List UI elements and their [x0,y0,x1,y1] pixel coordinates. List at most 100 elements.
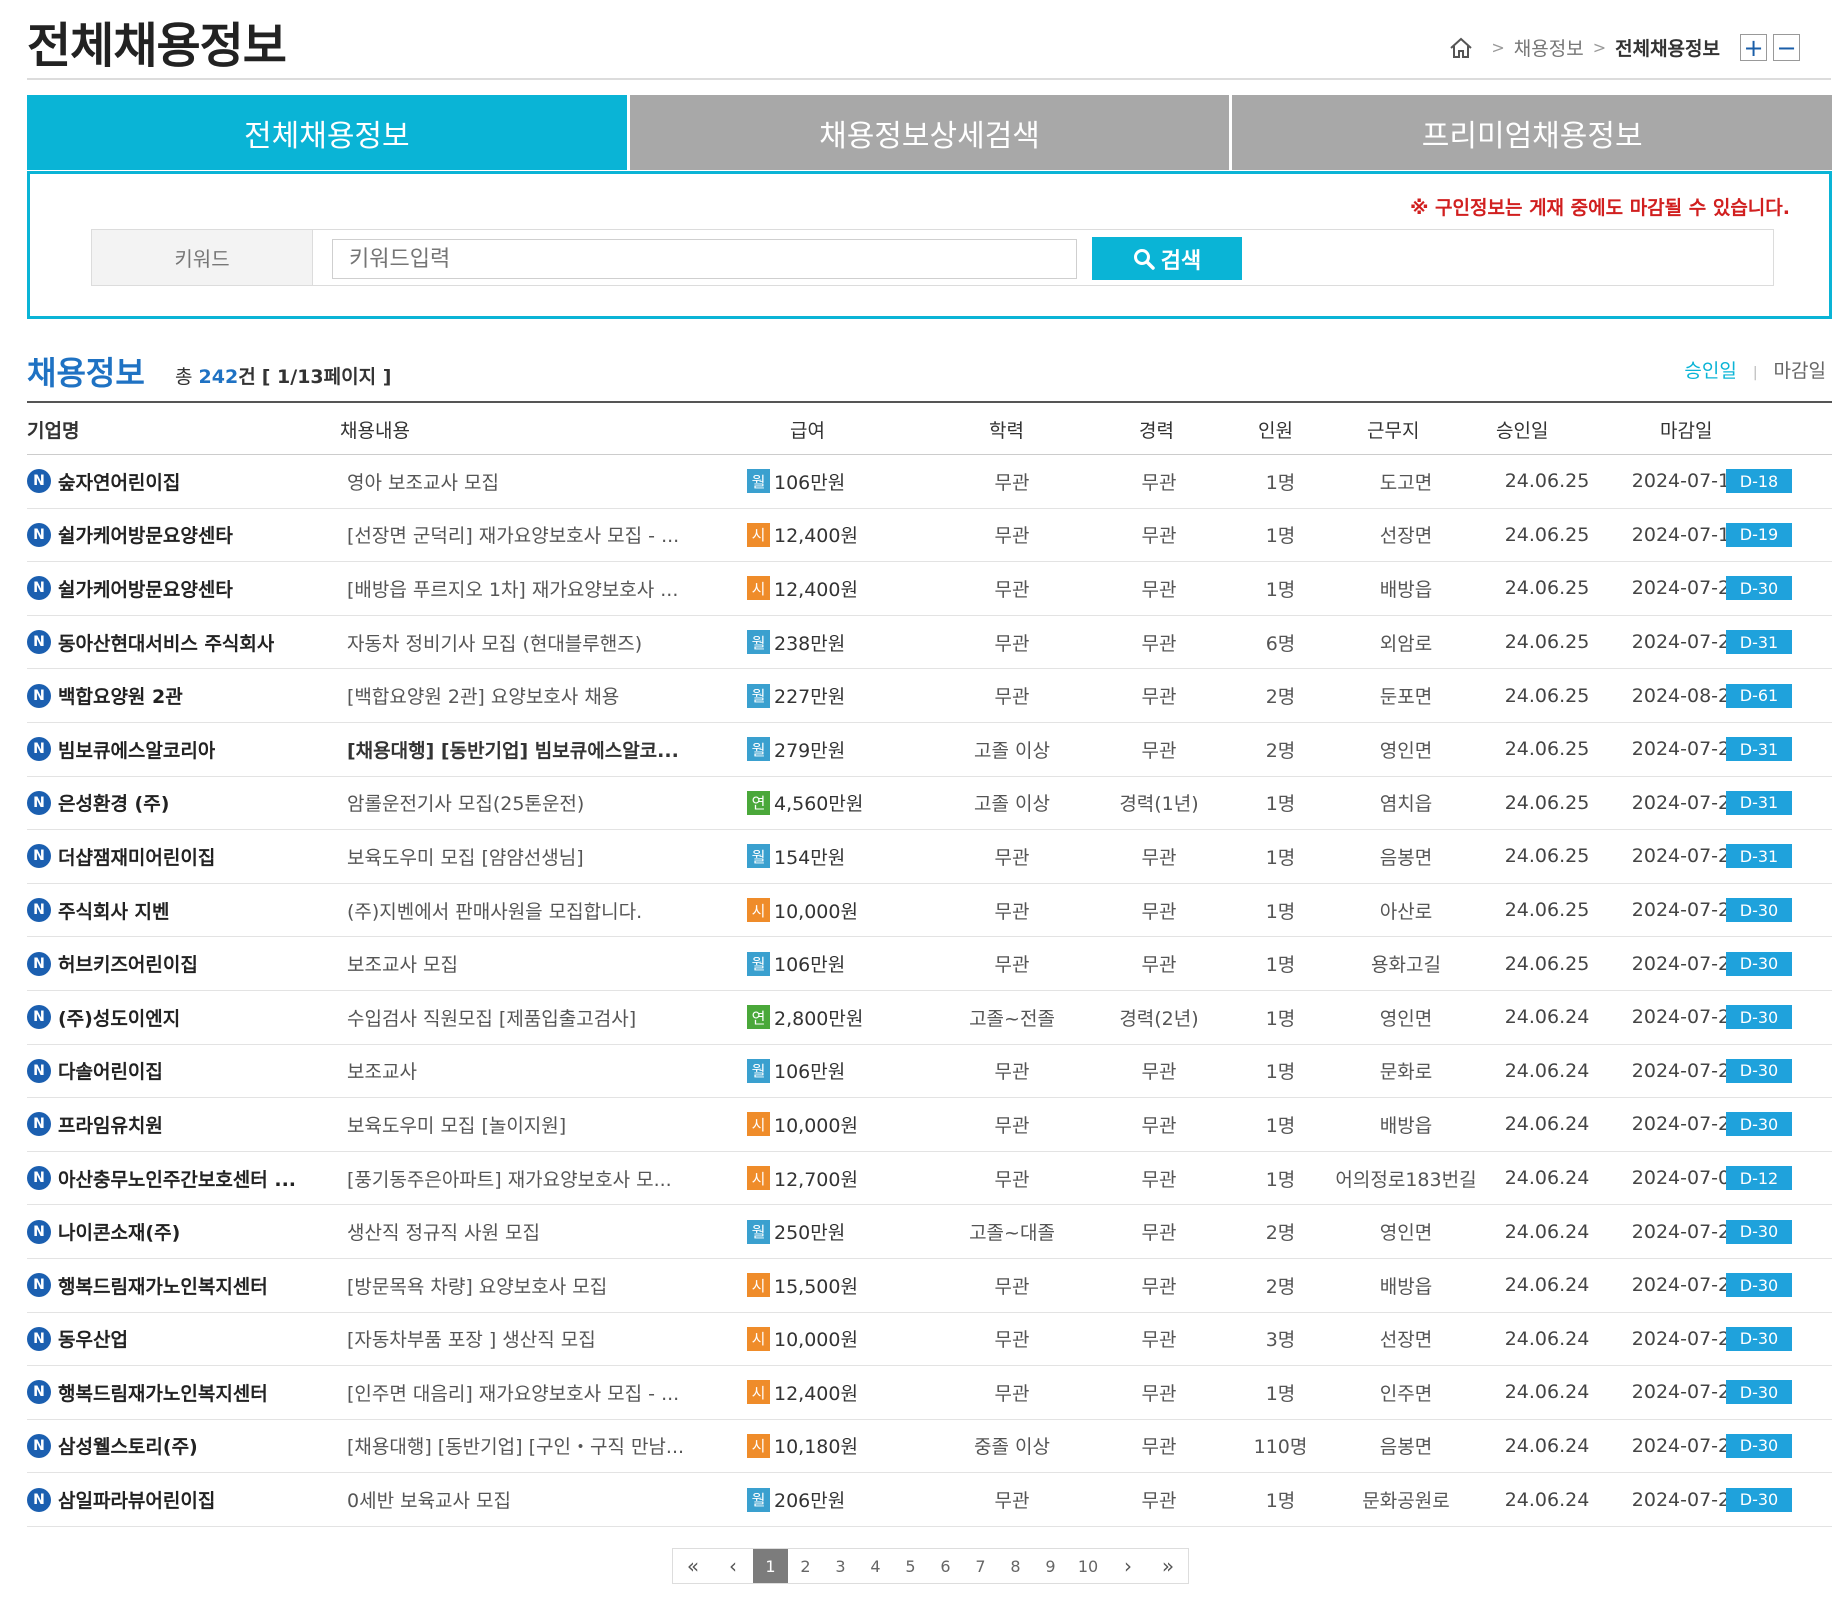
page-3[interactable]: 3 [823,1549,858,1583]
table-row[interactable]: N 더샵잼재미어린이집 보육도우미 모집 [얌얌선생님] 월 154만원 무관 무관 1명 음봉… [27,830,1832,884]
company-name[interactable]: 더샵잼재미어린이집 [58,843,215,870]
job-content-cell[interactable]: [자동차부품 포장 ] 생산직 모집 [347,1313,739,1366]
company-cell[interactable]: N 쉴가케어방문요양센타 [27,509,327,562]
table-row[interactable]: N 쉴가케어방문요양센타 [배방읍 푸르지오 1차] 재가요양보호사 ... 시 12,… [27,562,1832,616]
company-name[interactable]: 숲자연어린이집 [58,468,180,495]
job-content-cell[interactable]: [채용대행] [동반기업] [구인・구직 만남... [347,1420,739,1473]
next-page-button[interactable]: › [1108,1549,1148,1583]
company-name[interactable]: 동우산업 [58,1325,128,1352]
company-cell[interactable]: N 동우산업 [27,1313,327,1366]
job-content-cell[interactable]: [인주면 대음리] 재가요양보호사 모집 - ... [347,1366,739,1419]
job-content-cell[interactable]: [선장면 군덕리] 재가요양보호사 모집 - ... [347,509,739,562]
job-content[interactable]: [풍기동주은아파트] 재가요양보호사 모... [347,1165,672,1192]
job-content-cell[interactable]: 암롤운전기사 모집(25톤운전) [347,777,739,830]
company-cell[interactable]: N 행복드림재가노인복지센터 [27,1259,327,1312]
company-name[interactable]: (주)성도이엔지 [58,1004,180,1031]
prev-page-button[interactable]: ‹ [713,1549,753,1583]
company-name[interactable]: 백합요양원 2관 [58,682,183,709]
company-cell[interactable]: N 더샵잼재미어린이집 [27,830,327,883]
table-row[interactable]: N 허브키즈어린이집 보조교사 모집 월 106만원 무관 무관 1명 용화고길 24.06.25… [27,937,1832,991]
tab-premium-jobs[interactable]: 프리미엄채용정보 [1232,95,1833,170]
table-row[interactable]: N 숲자연어린이집 영아 보조교사 모집 월 106만원 무관 무관 1명 도고면 24.06.2… [27,455,1832,509]
page-8[interactable]: 8 [998,1549,1033,1583]
job-content[interactable]: 수입검사 직원모집 [제품입출고검사] [347,1004,636,1031]
search-button[interactable]: 검색 [1092,237,1242,280]
job-content[interactable]: 보육도우미 모집 [놀이지원] [347,1111,566,1138]
job-content-cell[interactable]: 보육도우미 모집 [얌얌선생님] [347,830,739,883]
company-name[interactable]: 프라임유치원 [58,1111,163,1138]
tab-detail-search[interactable]: 채용정보상세검색 [629,95,1230,170]
page-5[interactable]: 5 [893,1549,928,1583]
job-content[interactable]: 0세반 보육교사 모집 [347,1486,511,1513]
job-content[interactable]: (주)지벤에서 판매사원을 모집합니다. [347,897,642,924]
table-row[interactable]: N 나이콘소재(주) 생산직 정규직 사원 모집 월 250만원 고졸~대졸 무관 2명 영인면… [27,1205,1832,1259]
job-content-cell[interactable]: 생산직 정규직 사원 모집 [347,1205,739,1258]
job-content[interactable]: 보육도우미 모집 [얌얌선생님] [347,843,584,870]
job-content[interactable]: 암롤운전기사 모집(25톤운전) [347,789,584,816]
table-row[interactable]: N 동아산현대서비스 주식회사 자동차 정비기사 모집 (현대블루핸즈) 월 238만원… [27,616,1832,670]
table-row[interactable]: N 백합요양원 2관 [백합요양원 2관] 요양보호사 채용 월 227만원 무관 무관 2명… [27,669,1832,723]
page-1[interactable]: 1 [753,1549,788,1583]
company-cell[interactable]: N 나이콘소재(주) [27,1205,327,1258]
job-content-cell[interactable]: 자동차 정비기사 모집 (현대블루핸즈) [347,616,739,669]
company-cell[interactable]: N 삼일파라뷰어린이집 [27,1473,327,1526]
company-name[interactable]: 은성환경 (주) [58,789,169,816]
company-cell[interactable]: N (주)성도이엔지 [27,991,327,1044]
table-row[interactable]: N 은성환경 (주) 암롤운전기사 모집(25톤운전) 연 4,560만원 고졸 이상 경력… [27,777,1832,831]
job-content-cell[interactable]: [풍기동주은아파트] 재가요양보호사 모... [347,1152,739,1205]
job-content[interactable]: [채용대행] [동반기업] [구인・구직 만남... [347,1432,684,1459]
table-row[interactable]: N 아산충무노인주간보호센터 ... [풍기동주은아파트] 재가요양보호사 모...… [27,1152,1832,1206]
table-row[interactable]: N 동우산업 [자동차부품 포장 ] 생산직 모집 시 10,000원 무관 무관 3명 선장면… [27,1313,1832,1367]
job-content-cell[interactable]: 영아 보조교사 모집 [347,455,739,508]
company-cell[interactable]: N 허브키즈어린이집 [27,937,327,990]
job-content[interactable]: [백합요양원 2관] 요양보호사 채용 [347,682,619,709]
company-name[interactable]: 빔보큐에스알코리아 [58,736,215,763]
company-name[interactable]: 행복드림재가노인복지센터 [58,1379,268,1406]
job-content-cell[interactable]: 수입검사 직원모집 [제품입출고검사] [347,991,739,1044]
job-content[interactable]: 영아 보조교사 모집 [347,468,499,495]
company-cell[interactable]: N 주식회사 지벤 [27,884,327,937]
table-row[interactable]: N 쉴가케어방문요양센타 [선장면 군덕리] 재가요양보호사 모집 - ... 시 12… [27,509,1832,563]
job-content[interactable]: 생산직 정규직 사원 모집 [347,1218,540,1245]
tab-all-jobs[interactable]: 전체채용정보 [27,95,627,170]
job-content[interactable]: [자동차부품 포장 ] 생산직 모집 [347,1325,596,1352]
page-9[interactable]: 9 [1033,1549,1068,1583]
company-name[interactable]: 나이콘소재(주) [58,1218,180,1245]
company-cell[interactable]: N 백합요양원 2관 [27,669,327,722]
table-row[interactable]: N 행복드림재가노인복지센터 [인주면 대음리] 재가요양보호사 모집 - ... 시… [27,1366,1832,1420]
company-cell[interactable]: N 삼성웰스토리(주) [27,1420,327,1473]
job-content-cell[interactable]: [채용대행] [동반기업] 빔보큐에스알코... [347,723,739,776]
company-name[interactable]: 허브키즈어린이집 [58,950,198,977]
job-content[interactable]: 보조교사 모집 [347,950,458,977]
company-cell[interactable]: N 프라임유치원 [27,1098,327,1151]
job-content[interactable]: [채용대행] [동반기업] 빔보큐에스알코... [347,736,679,763]
job-content-cell[interactable]: 0세반 보육교사 모집 [347,1473,739,1526]
page-10[interactable]: 10 [1068,1549,1108,1583]
company-cell[interactable]: N 다솔어린이집 [27,1045,327,1098]
table-row[interactable]: N 다솔어린이집 보조교사 월 106만원 무관 무관 1명 문화로 24.06.24 2024-0… [27,1045,1832,1099]
sort-by-deadline[interactable]: 마감일 [1774,360,1826,382]
company-cell[interactable]: N 행복드림재가노인복지센터 [27,1366,327,1419]
job-content[interactable]: [배방읍 푸르지오 1차] 재가요양보호사 ... [347,575,678,602]
job-content-cell[interactable]: [배방읍 푸르지오 1차] 재가요양보호사 ... [347,562,739,615]
company-name[interactable]: 쉴가케어방문요양센타 [58,575,233,602]
table-row[interactable]: N 프라임유치원 보육도우미 모집 [놀이지원] 시 10,000원 무관 무관 1명 배방읍 2… [27,1098,1832,1152]
company-name[interactable]: 행복드림재가노인복지센터 [58,1272,268,1299]
company-cell[interactable]: N 빔보큐에스알코리아 [27,723,327,776]
company-name[interactable]: 주식회사 지벤 [58,897,170,924]
job-content[interactable]: [선장면 군덕리] 재가요양보호사 모집 - ... [347,521,679,548]
sort-by-approval[interactable]: 승인일 [1684,360,1736,382]
page-7[interactable]: 7 [963,1549,998,1583]
company-name[interactable]: 다솔어린이집 [58,1057,163,1084]
job-content[interactable]: 보조교사 [347,1057,417,1084]
company-cell[interactable]: N 쉴가케어방문요양센타 [27,562,327,615]
company-name[interactable]: 삼성웰스토리(주) [58,1432,198,1459]
company-name[interactable]: 동아산현대서비스 주식회사 [58,629,274,656]
breadcrumb-item-jobs[interactable]: 채용정보 [1514,34,1584,61]
job-content-cell[interactable]: [방문목욕 차량] 요양보호사 모집 [347,1259,739,1312]
job-content-cell[interactable]: 보조교사 모집 [347,937,739,990]
company-cell[interactable]: N 숲자연어린이집 [27,455,327,508]
home-icon[interactable] [1448,35,1474,61]
company-cell[interactable]: N 아산충무노인주간보호센터 ... [27,1152,327,1205]
company-cell[interactable]: N 은성환경 (주) [27,777,327,830]
